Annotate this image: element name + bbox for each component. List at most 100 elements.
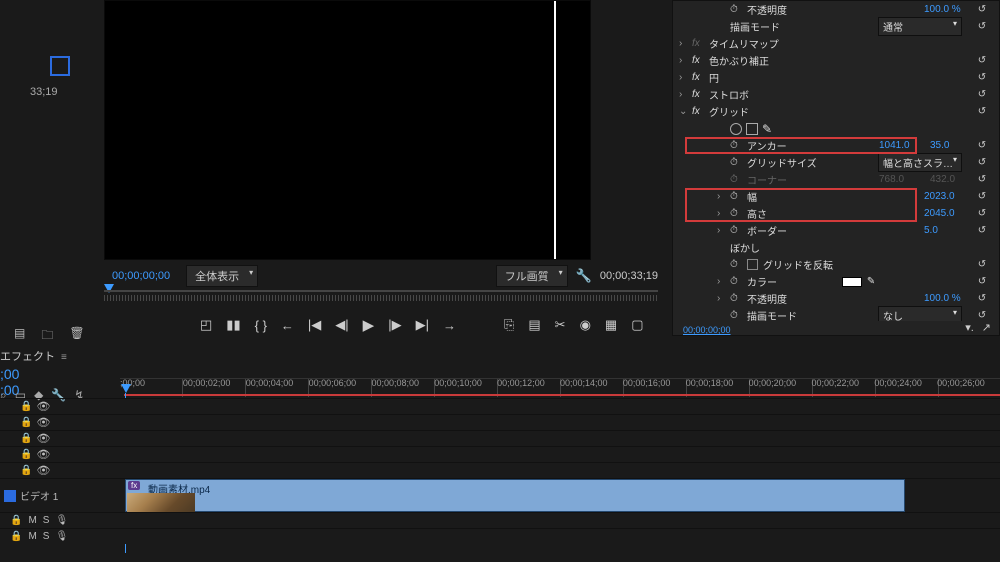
effect-row[interactable]: ⏱グリッドを反転↺ [673, 256, 989, 273]
filter-icon[interactable]: ▾. [965, 321, 974, 335]
effect-row[interactable]: ぼかし [673, 239, 989, 256]
panel-tab[interactable]: エフェクト≡ [0, 348, 67, 364]
effect-row[interactable]: ›fx円↺ [673, 69, 989, 86]
reset-icon[interactable]: ↺ [975, 89, 989, 100]
quality-dropdown[interactable]: フル画質 [496, 265, 568, 287]
stopwatch-icon[interactable]: ⏱ [730, 208, 742, 219]
expand-icon[interactable]: › [679, 72, 687, 83]
zoom-dropdown[interactable]: 全体表示 [186, 265, 258, 287]
property-value[interactable]: 1041.0 [879, 140, 925, 151]
list-view-icon[interactable]: ▤ [14, 326, 25, 347]
track-head-v4[interactable]: 🔒👁 [0, 398, 120, 414]
mark-in-icon[interactable]: ◰ [200, 317, 212, 333]
color-swatch[interactable] [842, 277, 862, 287]
lane-a1[interactable] [120, 512, 1000, 528]
reset-icon[interactable]: ↺ [975, 157, 989, 168]
expand-icon[interactable]: ⌄ [679, 106, 687, 117]
property-value-2[interactable]: 35.0 [930, 140, 970, 151]
effect-row[interactable]: ⏱アンカー1041.035.0↺ [673, 137, 989, 154]
lane-v2[interactable] [120, 430, 1000, 446]
property-dropdown[interactable]: 幅と高さスラ… [878, 153, 962, 172]
go-out-icon[interactable]: → [443, 318, 456, 333]
property-dropdown[interactable]: 通常 [878, 17, 962, 36]
stopwatch-icon[interactable]: ⏱ [730, 293, 742, 304]
compare-icon[interactable]: ▦ [605, 317, 617, 333]
video-clip[interactable]: fx 動画素材.mp4 [125, 479, 905, 512]
share-icon[interactable]: ↗ [982, 321, 991, 335]
stopwatch-icon[interactable]: ⏱ [730, 225, 742, 236]
timecode-left[interactable]: 00;00;00;00 [104, 270, 178, 282]
effect-row[interactable]: ⏱グリッドサイズ幅と高さスラ…↺ [673, 154, 989, 171]
effect-row[interactable]: ›⏱高さ2045.0↺ [673, 205, 989, 222]
expand-icon[interactable]: › [717, 208, 725, 219]
monitor-scrubber[interactable] [104, 290, 658, 302]
effect-row[interactable]: ›fxストロボ↺ [673, 86, 989, 103]
export-frame-icon[interactable]: ✂ [555, 317, 566, 333]
folder-icon[interactable]: 🗀 [41, 326, 53, 347]
property-value-2[interactable]: 432.0 [930, 174, 970, 185]
play-back-icon[interactable]: ◀| [335, 317, 348, 333]
panel-timecode[interactable]: 00;00;00;00 [683, 325, 731, 335]
pen-mask-icon[interactable]: ✎ [762, 122, 772, 136]
effect-row[interactable]: ›fxタイムリマップ [673, 35, 989, 52]
expand-icon[interactable]: › [717, 191, 725, 202]
lane-v1[interactable]: fx 動画素材.mp4 [120, 478, 1000, 512]
reset-icon[interactable]: ↺ [975, 293, 989, 304]
sequence-thumbnail[interactable] [50, 56, 70, 76]
fx-toggle-icon[interactable]: fx [692, 55, 704, 66]
effect-row[interactable]: ›⏱ボーダー5.0↺ [673, 222, 989, 239]
expand-icon[interactable]: › [679, 38, 687, 49]
safe-margins-icon[interactable]: ▢ [631, 317, 643, 333]
reset-icon[interactable]: ↺ [975, 4, 989, 15]
property-value[interactable]: 2045.0 [924, 208, 970, 219]
rect-mask-icon[interactable] [746, 123, 758, 135]
mark-clip-icon[interactable]: { } [255, 318, 267, 333]
effect-row[interactable]: ✎ [673, 120, 989, 137]
track-head-a2[interactable]: 🔒MS🎙 [0, 528, 120, 544]
fx-toggle-icon[interactable]: fx [692, 72, 704, 83]
track-head-v1a[interactable]: 🔒👁 [0, 462, 120, 478]
property-value[interactable]: 100.0 % [924, 4, 970, 15]
extract-icon[interactable]: ▤ [528, 317, 540, 333]
effect-row[interactable]: ⏱描画モードなし↺ [673, 307, 989, 321]
lane-v1a[interactable] [120, 462, 1000, 478]
effect-row[interactable]: ⌄fxグリッド↺ [673, 103, 989, 120]
stopwatch-icon[interactable]: ⏱ [730, 157, 742, 168]
lift-icon[interactable]: ⎘ [504, 317, 514, 333]
reset-icon[interactable]: ↺ [975, 225, 989, 236]
reset-icon[interactable]: ↺ [975, 174, 989, 185]
step-fwd-icon[interactable]: ▶| [416, 317, 429, 333]
step-back-icon[interactable]: |◀ [308, 317, 321, 333]
work-area-bar[interactable] [124, 394, 1000, 396]
effect-row[interactable]: ›fx色かぶり補正↺ [673, 52, 989, 69]
fx-toggle-icon[interactable]: fx [692, 106, 704, 117]
stopwatch-icon[interactable]: ⏱ [730, 276, 742, 287]
track-head-v2[interactable]: 🔒👁 [0, 430, 120, 446]
track-head-a1[interactable]: 🔒MS🎙 [0, 512, 120, 528]
effect-row[interactable]: ›⏱不透明度100.0 %↺ [673, 290, 989, 307]
fx-toggle-icon[interactable]: fx [692, 38, 704, 49]
camera-icon[interactable]: ◉ [580, 317, 591, 333]
clip-fx-badge[interactable]: fx [128, 481, 140, 490]
effect-row[interactable]: 描画モード通常↺ [673, 18, 989, 35]
settings-icon[interactable]: 🔧 [576, 268, 592, 284]
reset-icon[interactable]: ↺ [975, 72, 989, 83]
property-value[interactable]: 100.0 % [924, 293, 970, 304]
expand-icon[interactable]: › [679, 55, 687, 66]
stopwatch-icon[interactable]: ⏱ [730, 191, 742, 202]
tab-close-icon[interactable]: ≡ [61, 352, 67, 363]
reset-icon[interactable]: ↺ [975, 55, 989, 66]
lane-a2[interactable] [120, 528, 1000, 544]
effect-row[interactable]: ⏱不透明度100.0 %↺ [673, 1, 989, 18]
lane-v3[interactable] [120, 414, 1000, 430]
track-head-v1[interactable]: ビデオ 1 [0, 478, 120, 512]
property-value[interactable]: 2023.0 [924, 191, 970, 202]
reset-icon[interactable]: ↺ [975, 140, 989, 151]
program-monitor[interactable] [104, 0, 591, 260]
property-value[interactable]: 768.0 [879, 174, 925, 185]
reset-icon[interactable]: ↺ [975, 191, 989, 202]
lane-v1b[interactable] [120, 446, 1000, 462]
reset-icon[interactable]: ↺ [975, 310, 989, 321]
reset-icon[interactable]: ↺ [975, 21, 989, 32]
property-value[interactable]: 5.0 [924, 225, 970, 236]
